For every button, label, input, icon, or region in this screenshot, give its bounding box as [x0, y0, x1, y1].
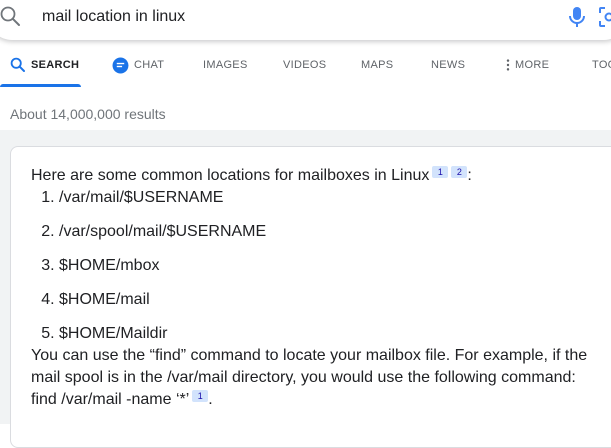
answer-content: Here are some common locations for mailb… [31, 165, 601, 411]
answer-intro-text: Here are some common locations for mailb… [31, 167, 429, 184]
result-stats: About 14,000,000 results [10, 106, 166, 122]
citation-badge[interactable]: 1 [192, 390, 208, 402]
search-input[interactable]: mail location in linux [42, 8, 185, 26]
tab-videos-label: VIDEOS [283, 52, 326, 78]
tab-tools[interactable]: TOO [592, 52, 611, 86]
answer-tail-text: You can use the “find” command to locate… [31, 347, 587, 408]
answer-tail-suffix: . [208, 391, 212, 408]
list-item: $HOME/Maildir [59, 323, 601, 345]
citation-badge[interactable]: 1 [432, 166, 448, 178]
more-vertical-icon [505, 58, 511, 72]
lens-icon[interactable] [598, 6, 611, 28]
citation-badge[interactable]: 2 [451, 166, 467, 178]
tab-search[interactable]: SEARCH [10, 52, 79, 86]
tab-more-label: MORE [515, 52, 549, 78]
search-icon[interactable] [0, 6, 24, 30]
list-item: $HOME/mail [59, 289, 601, 323]
tab-tools-label: TOO [592, 52, 611, 78]
tab-videos[interactable]: VIDEOS [283, 52, 326, 86]
list-item: /var/mail/$USERNAME [59, 187, 601, 221]
tab-chat[interactable]: CHAT [112, 52, 164, 86]
active-tab-indicator [0, 84, 81, 87]
list-item: /var/spool/mail/$USERNAME [59, 221, 601, 255]
tab-images-label: IMAGES [203, 52, 248, 78]
tab-chat-label: CHAT [134, 52, 164, 78]
tab-maps-label: MAPS [361, 52, 393, 78]
search-icon [10, 57, 26, 73]
list-item: $HOME/mbox [59, 255, 601, 289]
tab-news-label: NEWS [431, 52, 465, 78]
tab-images[interactable]: IMAGES [203, 52, 248, 86]
mailbox-locations-list: /var/mail/$USERNAME /var/spool/mail/$USE… [31, 187, 601, 345]
answer-tail: You can use the “find” command to locate… [31, 345, 601, 411]
tab-more[interactable]: MORE [505, 52, 549, 86]
microphone-icon[interactable] [566, 5, 588, 29]
tab-search-label: SEARCH [31, 52, 79, 78]
tab-news[interactable]: NEWS [431, 52, 465, 86]
search-tabs: SEARCH CHAT IMAGES VIDEOS MAPS NEWS MORE… [0, 52, 611, 88]
search-bar[interactable]: mail location in linux [0, 0, 611, 40]
chat-icon [112, 57, 129, 74]
tab-maps[interactable]: MAPS [361, 52, 393, 86]
answer-intro: Here are some common locations for mailb… [31, 165, 601, 187]
answer-intro-suffix: : [467, 167, 471, 184]
